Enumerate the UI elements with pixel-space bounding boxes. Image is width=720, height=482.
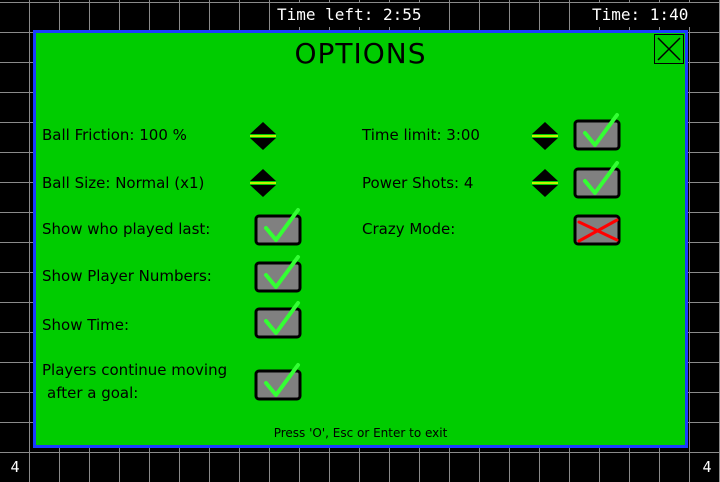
power-shots-label: Power Shots: 4 [362, 174, 474, 192]
checkmark-icon [254, 255, 302, 293]
power-shots-checkbox[interactable] [573, 159, 623, 199]
exit-hint: Press 'O', Esc or Enter to exit [273, 426, 448, 440]
options-panel: OPTIONS Ball Friction: 100 % Ball Size: … [33, 30, 688, 448]
time-left-readout: Time left: 2:55 [273, 3, 426, 27]
players-continue-label-line2: after a goal: [47, 384, 139, 402]
show-who-played-last-label: Show who played last: [42, 220, 211, 238]
checkmark-icon [573, 113, 621, 151]
time-limit-checkbox[interactable] [573, 111, 623, 151]
ball-size-label: Ball Size: Normal (x1) [42, 174, 205, 192]
close-x-icon [657, 37, 681, 61]
options-title: OPTIONS [294, 37, 427, 70]
crazy-mode-label: Crazy Mode: [362, 220, 456, 238]
close-button[interactable] [654, 34, 684, 64]
ball-size-stepper[interactable] [249, 168, 277, 198]
crazy-mode-checkbox[interactable] [573, 206, 623, 246]
show-time-checkbox[interactable] [254, 299, 304, 339]
time-limit-stepper[interactable] [531, 121, 559, 151]
ball-friction-label: Ball Friction: 100 % [42, 126, 187, 144]
score-right: 4 [696, 455, 718, 479]
up-down-arrows-icon [250, 169, 276, 197]
time-limit-label: Time limit: 3:00 [362, 126, 480, 144]
up-down-arrows-icon [532, 169, 558, 197]
checkmark-icon [573, 161, 621, 199]
players-continue-label: Players continue moving after a goal: [42, 359, 252, 405]
power-shots-stepper[interactable] [531, 168, 559, 198]
show-player-numbers-checkbox[interactable] [254, 253, 304, 293]
score-left: 4 [4, 455, 26, 479]
cross-icon [573, 214, 621, 246]
checkmark-icon [254, 301, 302, 339]
checkmark-icon [254, 363, 302, 401]
show-player-numbers-label: Show Player Numbers: [42, 267, 212, 285]
up-down-arrows-icon [532, 122, 558, 150]
players-continue-checkbox[interactable] [254, 361, 304, 401]
ball-friction-stepper[interactable] [249, 121, 277, 151]
checkmark-icon [254, 208, 302, 246]
show-who-played-last-checkbox[interactable] [254, 206, 304, 246]
up-down-arrows-icon [250, 122, 276, 150]
players-continue-label-line1: Players continue moving [42, 361, 228, 379]
show-time-label: Show Time: [42, 316, 130, 334]
match-time-readout: Time: 1:40 [588, 3, 693, 27]
